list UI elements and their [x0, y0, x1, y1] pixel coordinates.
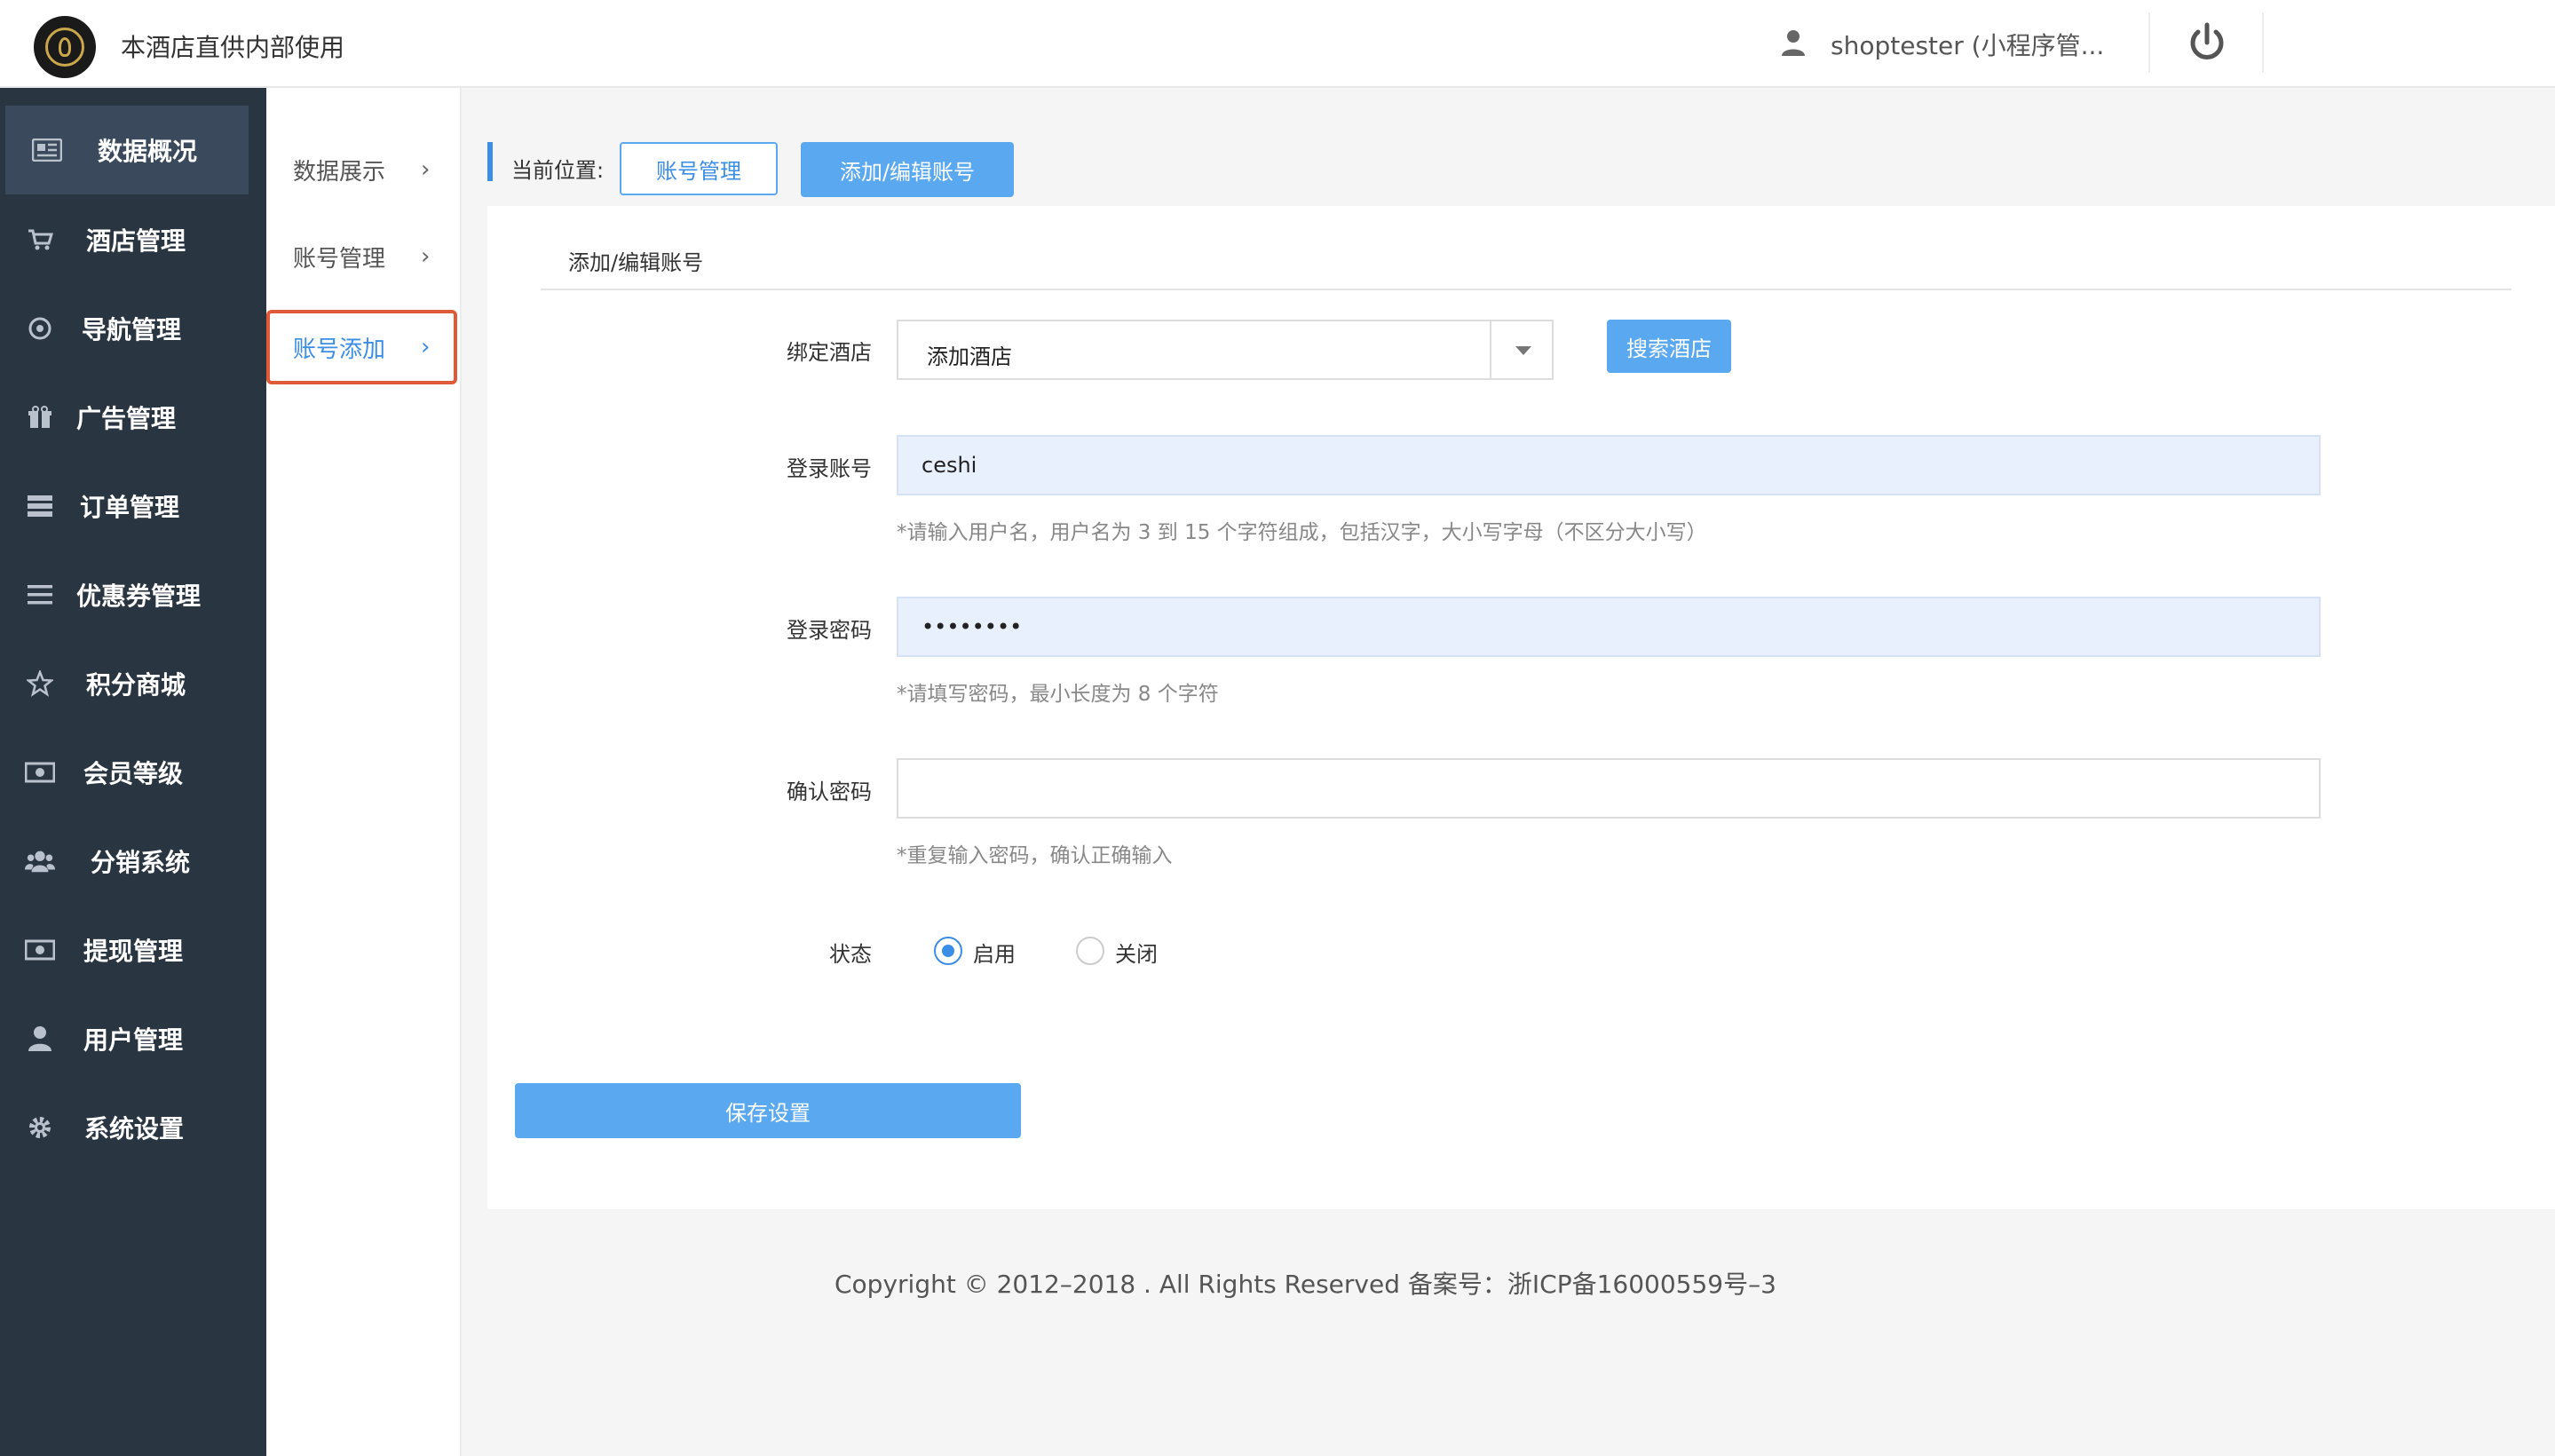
confirm-password-label: 确认密码: [787, 779, 872, 804]
sidebar-item-orders[interactable]: 订单管理: [0, 462, 266, 550]
status-enable-radio[interactable]: [934, 937, 962, 965]
money-icon: [25, 937, 55, 963]
chevron-right-icon: ›: [421, 243, 431, 270]
submenu-item-label: 账号添加: [293, 336, 386, 363]
hotel-select[interactable]: 添加酒店: [897, 320, 1554, 380]
chevron-right-icon: ›: [421, 334, 431, 360]
sidebar-item-label: 系统设置: [84, 1114, 185, 1143]
sidebar-item-users[interactable]: 用户管理: [0, 994, 266, 1083]
sidebar-item-settings[interactable]: 系统设置: [0, 1083, 266, 1172]
hotel-select-value: 添加酒店: [927, 344, 1012, 369]
sidebar-item-distribution[interactable]: 分销系统: [0, 817, 266, 906]
header-divider: [2148, 12, 2150, 73]
site-title: 本酒店直供内部使用: [121, 33, 345, 62]
sidebar-item-ads[interactable]: 广告管理: [0, 373, 266, 462]
gift-icon: [25, 404, 55, 431]
gear-icon: [25, 1114, 55, 1141]
confirm-password-input[interactable]: [897, 758, 2321, 819]
password-hint: *请填写密码，最小长度为 8 个字符: [897, 683, 1219, 706]
password-input[interactable]: ••••••••: [897, 597, 2321, 657]
list-icon: [25, 582, 55, 608]
sidebar-item-label: 优惠券管理: [76, 582, 202, 611]
breadcrumb-add-edit-account[interactable]: 添加/编辑账号: [801, 142, 1014, 197]
sidebar-item-points-mall[interactable]: 积分商城: [0, 639, 266, 728]
account-label: 登录账号: [787, 456, 872, 481]
sidebar-item-label: 酒店管理: [86, 226, 186, 256]
caret-down-icon: [1515, 346, 1531, 355]
user-icon: [25, 1025, 55, 1052]
main-sidebar: 数据概况 酒店管理 导航管理 广告管理 订单管理 优惠券管理 积分商城 会员等级…: [0, 88, 266, 1456]
breadcrumb-accent: [487, 142, 493, 181]
user-name[interactable]: shoptester (小程序管...: [1831, 27, 2104, 62]
account-input[interactable]: ceshi: [897, 435, 2321, 495]
hotel-label: 绑定酒店: [787, 340, 872, 365]
submenu-item-account-manage[interactable]: 账号管理 ›: [266, 219, 462, 294]
sidebar-item-member-level[interactable]: 会员等级: [0, 728, 266, 817]
hotel-logo[interactable]: [34, 16, 96, 78]
password-label: 登录密码: [787, 618, 872, 643]
compass-icon: [25, 315, 55, 342]
sidebar-item-label: 积分商城: [86, 670, 186, 700]
sidebar-item-hotel[interactable]: 酒店管理: [0, 195, 266, 284]
money-icon: [25, 759, 55, 786]
section-divider: [541, 289, 2511, 290]
sidebar-item-label: 广告管理: [76, 404, 177, 433]
search-hotel-button[interactable]: 搜索酒店: [1607, 320, 1731, 373]
save-settings-button[interactable]: 保存设置: [515, 1083, 1021, 1138]
user-icon: [1782, 30, 1805, 56]
logo-emblem: [45, 28, 84, 67]
power-icon[interactable]: [2186, 21, 2228, 64]
content-top-gap: [487, 88, 2555, 142]
status-disable-label[interactable]: 关闭: [1115, 937, 1158, 968]
star-icon: [25, 670, 55, 697]
submenu-item-label: 账号管理: [293, 245, 386, 273]
confirm-password-hint: *重复输入密码，确认正确输入: [897, 844, 1173, 867]
sidebar-item-label: 订单管理: [80, 493, 180, 522]
cart-icon: [25, 226, 55, 253]
select-divider: [1490, 321, 1491, 378]
breadcrumb-label: 当前位置:: [511, 158, 605, 183]
sidebar-item-coupons[interactable]: 优惠券管理: [0, 550, 266, 639]
footer-copyright: Copyright © 2012–2018 . All Rights Reser…: [835, 1270, 1776, 1299]
server-icon: [25, 493, 55, 519]
account-hint: *请输入用户名，用户名为 3 到 15 个字符组成，包括汉字，大小写字母（不区分…: [897, 521, 1707, 544]
sub-menu: 数据展示 › 账号管理 › 账号添加 ›: [266, 88, 462, 1456]
sidebar-item-label: 分销系统: [91, 848, 191, 877]
sidebar-item-navigation[interactable]: 导航管理: [0, 284, 266, 373]
sidebar-item-label: 提现管理: [83, 937, 184, 966]
chevron-right-icon: ›: [421, 156, 431, 183]
status-disable-radio[interactable]: [1076, 937, 1104, 965]
submenu-item-account-add[interactable]: 账号添加 ›: [266, 310, 457, 384]
header-divider: [2262, 12, 2264, 73]
sidebar-item-withdrawal[interactable]: 提现管理: [0, 906, 266, 994]
submenu-item-label: 数据展示: [293, 158, 386, 186]
sidebar-item-label: 数据概况: [98, 137, 198, 166]
breadcrumb-bar: [487, 142, 2555, 206]
sidebar-item-label: 导航管理: [82, 315, 182, 344]
top-header: 本酒店直供内部使用 shoptester (小程序管...: [0, 0, 2555, 88]
users-icon: [25, 848, 55, 874]
sidebar-item-label: 用户管理: [83, 1025, 184, 1055]
sidebar-item-label: 会员等级: [83, 759, 184, 788]
sidebar-item-dashboard[interactable]: 数据概况: [5, 106, 249, 194]
status-enable-label[interactable]: 启用: [973, 937, 1016, 968]
submenu-item-data-display[interactable]: 数据展示 ›: [266, 132, 462, 207]
section-title: 添加/编辑账号: [568, 250, 704, 275]
breadcrumb-account-manage[interactable]: 账号管理: [620, 142, 778, 195]
newspaper-icon: [32, 137, 62, 163]
content-panel: [487, 142, 2555, 1209]
status-label: 状态: [829, 942, 872, 967]
